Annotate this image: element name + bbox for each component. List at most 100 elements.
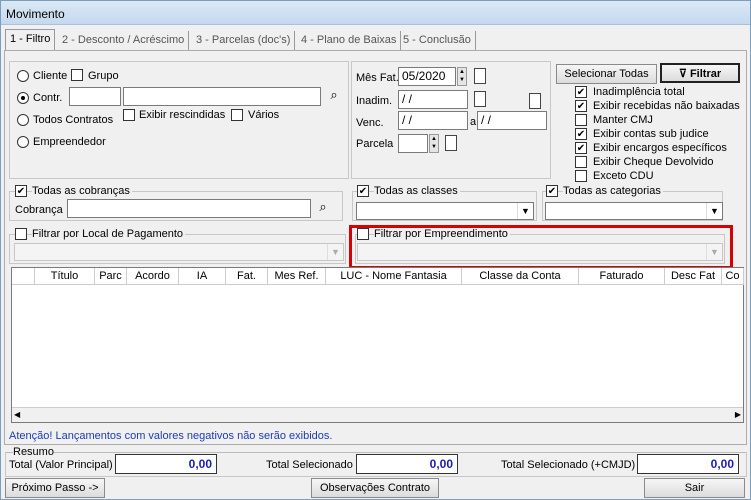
grid-header-ia[interactable]: IA [179,268,226,285]
radio-contr-label: Contr. [33,92,63,104]
varios-checkbox[interactable] [231,109,243,121]
horizontal-scrollbar[interactable]: ◀ ▶ [12,407,743,422]
categorias-dropdown[interactable]: ▼ [545,202,723,220]
window-title: Movimento [6,7,65,21]
option-label: Manter CMJ [593,114,653,126]
filtrar-button[interactable]: ⊽ Filtrar [660,63,740,83]
option-label: Exibir recebidas não baixadas [593,100,740,112]
mes-fat-spinner[interactable]: ▲ ▼ [457,67,467,86]
total-selecionado-value: 0,00 [356,454,458,474]
total-principal-value: 0,00 [115,454,217,474]
grid-header-classe[interactable]: Classe da Conta [462,268,579,285]
local-pagamento-label: Filtrar por Local de Pagamento [32,228,186,240]
exibir-rescindidas-label: Exibir rescindidas [139,109,226,121]
resumo-title: Resumo [13,446,54,458]
venc-a-label: a [470,116,477,128]
option-label: Exibir encargos específicos [593,142,727,154]
todas-classes-label: Todas as classes [374,185,460,197]
movimento-window: Movimento 1 - Filtro 2 - Desconto / Acré… [0,0,751,500]
binoculars-icon[interactable]: ⌕ [324,87,344,106]
extra-doc-icon[interactable] [529,93,541,109]
grid-header-luc[interactable]: LUC - Nome Fantasia [326,268,462,285]
inadim-input[interactable]: / / [398,90,468,109]
grid-header-titulo[interactable]: Título [35,268,95,285]
option-checkbox[interactable] [575,114,587,126]
venc-from-input[interactable]: / / [398,111,468,130]
grid-header-co[interactable]: Co [722,268,744,285]
cobranca-label: Cobrança [15,204,63,216]
grid-header-faturado[interactable]: Faturado [579,268,665,285]
option-checkbox[interactable] [575,142,587,154]
grid-header-desc-fat[interactable]: Desc Fat [665,268,722,285]
contrato-name-input[interactable] [123,87,321,106]
results-grid[interactable]: Título Parc Acordo IA Fat. Mes Ref. LUC … [11,267,744,423]
inadim-label: Inadim. [356,95,393,107]
todas-cobrancas-label: Todas as cobranças [32,185,132,197]
tab-desconto[interactable]: 2 - Desconto / Acréscimo [58,31,190,50]
tab-filtro[interactable]: 1 - Filtro [5,29,56,50]
mes-fat-doc-icon[interactable] [474,68,486,84]
cobranca-input[interactable] [67,199,311,218]
radio-cliente[interactable] [17,70,29,82]
total-cmjd-value: 0,00 [637,454,739,474]
grid-header-fat[interactable]: Fat. [226,268,268,285]
varios-label: Vários [248,109,280,121]
option-checkbox[interactable] [575,128,587,140]
chevron-down-icon: ▼ [517,203,533,219]
radio-cliente-label: Cliente [33,70,68,82]
title-bar: Movimento [1,1,750,25]
option-label: Exibir Cheque Devolvido [593,156,714,168]
observacoes-contrato-button[interactable]: Observações Contrato [311,478,439,498]
grid-header-blank [12,268,35,285]
exibir-rescindidas-checkbox[interactable] [123,109,135,121]
selecionar-todas-button[interactable]: Selecionar Todas [556,64,657,84]
grid-header-mes-ref[interactable]: Mes Ref. [268,268,326,285]
contrato-code-input[interactable] [69,87,121,106]
radio-todos-contratos-label: Todos Contratos [33,114,114,126]
option-label: Exceto CDU [593,170,654,182]
todas-categorias-checkbox[interactable] [546,185,558,197]
classes-dropdown[interactable]: ▼ [356,202,534,220]
venc-label: Venc. [356,117,384,129]
option-checkbox[interactable] [575,156,587,168]
parcela-input[interactable] [398,134,428,153]
chevron-down-icon: ▼ [327,244,343,260]
grupo-label: Grupo [88,70,119,82]
scroll-left-icon[interactable]: ◀ [14,410,20,419]
radio-todos-contratos[interactable] [17,114,29,126]
local-pagamento-checkbox[interactable] [15,228,27,240]
grid-header-parc[interactable]: Parc [95,268,127,285]
cobranca-search-icon[interactable]: ⌕ [313,199,333,218]
option-label: Inadimplência total [593,86,685,98]
total-cmjd-label: Total Selecionado (+CMJD) [501,459,636,471]
grid-header-acordo[interactable]: Acordo [127,268,179,285]
todas-cobrancas-checkbox[interactable] [15,185,27,197]
option-label: Exibir contas sub judice [593,128,709,140]
todas-classes-checkbox[interactable] [357,185,369,197]
local-pagamento-dropdown[interactable]: ▼ [14,243,344,261]
parcela-doc-icon[interactable] [445,135,457,151]
proximo-passo-button[interactable]: Próximo Passo -> [5,478,105,498]
scroll-right-icon[interactable]: ▶ [735,410,741,419]
sair-button[interactable]: Sair [644,478,745,498]
option-checkbox[interactable] [575,86,587,98]
filter-panel: Cliente Grupo Contr. ⌕ Exibir rescindida… [4,50,747,445]
parcela-spinner[interactable]: ▲ ▼ [429,134,439,153]
tab-parcelas[interactable]: 3 - Parcelas (doc's) [192,31,296,50]
todas-categorias-label: Todas as categorias [563,185,663,197]
mes-fat-input[interactable]: 05/2020 [398,67,456,86]
radio-empreendedor[interactable] [17,136,29,148]
tab-conclusao[interactable]: 5 - Conclusão [399,31,476,50]
radio-contr[interactable] [17,92,29,104]
venc-to-input[interactable]: / / [477,111,547,130]
grupo-checkbox[interactable] [71,69,83,81]
funnel-icon: ⊽ [678,68,690,80]
tab-plano-baixas[interactable]: 4 - Plano de Baixas [297,31,402,50]
option-checkbox[interactable] [575,170,587,182]
warning-note: Atenção! Lançamentos com valores negativ… [9,430,333,442]
highlight-box [349,225,733,269]
parcela-label: Parcela [356,138,394,150]
inadim-doc-icon[interactable] [474,91,486,107]
option-checkbox[interactable] [575,100,587,112]
total-selecionado-label: Total Selecionado [266,459,353,471]
